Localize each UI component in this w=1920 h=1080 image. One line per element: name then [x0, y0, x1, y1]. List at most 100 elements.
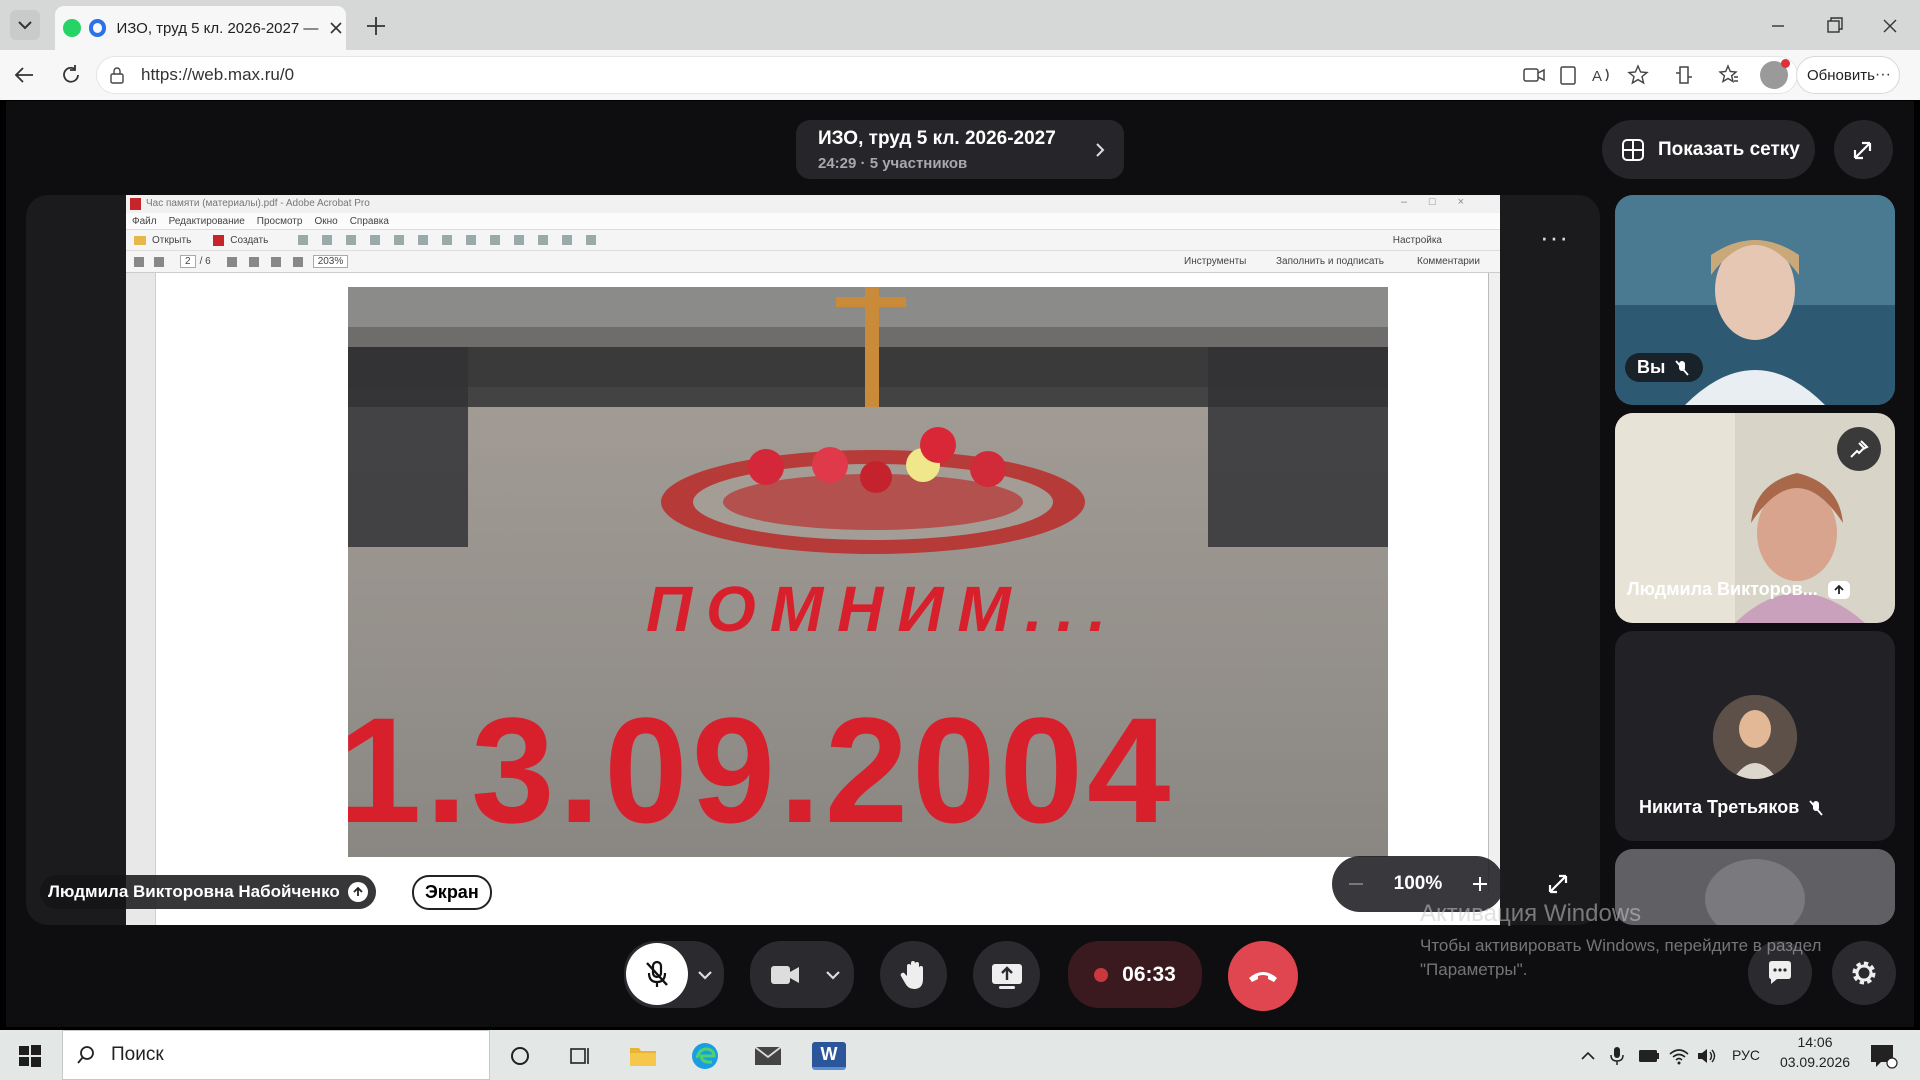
search-icon: [77, 1046, 94, 1064]
clock-date: 03.09.2026: [1779, 1054, 1851, 1070]
show-grid-button[interactable]: Показать сетку: [1602, 120, 1815, 179]
screen-share-icon: [347, 882, 368, 902]
call-title-pill[interactable]: ИЗО, труд 5 кл. 2026-2027 24:29 · 5 учас…: [796, 120, 1124, 179]
stage-more-button[interactable]: ···: [1540, 222, 1580, 252]
wifi-icon[interactable]: [1668, 1047, 1690, 1065]
acro-page-total: / 6: [199, 256, 211, 267]
mic-off-icon: [646, 960, 668, 987]
share-screen-button[interactable]: [973, 941, 1040, 1008]
minimize-window-button[interactable]: [1764, 12, 1792, 40]
tray-microphone-icon[interactable]: [1608, 1046, 1626, 1066]
participant-tile-self[interactable]: Вы: [1615, 195, 1895, 405]
source-screen-button[interactable]: Экран: [412, 874, 492, 910]
acro-open-button[interactable]: Открыть: [152, 235, 191, 246]
participant-tile-nikita[interactable]: Никита Третьяков: [1615, 631, 1895, 841]
hang-up-icon: [1249, 972, 1277, 982]
acro-tool-icons: [226, 256, 307, 267]
acro-scrollbar[interactable]: [1488, 273, 1500, 893]
clock-time: 14:06: [1797, 1034, 1833, 1050]
acro-menu-help[interactable]: Справка: [350, 216, 389, 227]
acro-menu-window[interactable]: Окно: [314, 216, 337, 227]
watermark-line1: Чтобы активировать Windows, перейдите в …: [1420, 936, 1822, 955]
participant-name-teacher: Людмила Викторов...: [1627, 579, 1818, 599]
participant-tile-teacher[interactable]: Людмила Викторов...: [1615, 413, 1895, 623]
acro-create-button[interactable]: Создать: [230, 235, 268, 246]
windows-activation-watermark: Активация Windows Чтобы активировать Win…: [1420, 900, 1821, 980]
input-language[interactable]: РУС: [1732, 1047, 1760, 1063]
acro-tools-panel[interactable]: Инструменты: [1184, 256, 1246, 267]
presenter-badge: Людмила Викторовна Набойченко: [40, 875, 376, 909]
word-app-icon[interactable]: W: [812, 1042, 846, 1070]
zoom-in-icon[interactable]: [1469, 873, 1491, 895]
collections-icon[interactable]: [1716, 63, 1740, 87]
collapse-button[interactable]: [1834, 120, 1893, 179]
camera-icon[interactable]: [1522, 63, 1546, 87]
more-dots-icon: ···: [1540, 222, 1569, 252]
mic-options-chevron-icon[interactable]: [694, 964, 716, 986]
close-window-button[interactable]: [1876, 12, 1904, 40]
tab-list-button[interactable]: [10, 10, 40, 40]
fullscreen-button[interactable]: [1542, 868, 1574, 900]
mic-off-icon: [1675, 359, 1690, 376]
memorial-photo: ПОМНИМ... 1.3.09.2004: [348, 287, 1388, 857]
participant-name-nikita: Никита Третьяков: [1639, 797, 1800, 817]
mail-icon[interactable]: [753, 1044, 783, 1068]
favorite-star-icon[interactable]: [1626, 63, 1650, 87]
start-button[interactable]: [18, 1044, 42, 1068]
grid-icon: [1622, 138, 1644, 161]
camera-options-chevron-icon[interactable]: [822, 964, 844, 986]
update-label: Обновить: [1807, 66, 1875, 84]
notification-dot: [1781, 59, 1790, 68]
mic-off-icon: [1809, 799, 1823, 816]
acro-fill-sign-panel[interactable]: Заполнить и подписать: [1276, 256, 1384, 267]
video-camera-icon[interactable]: [768, 958, 802, 992]
close-tab-icon[interactable]: [326, 18, 346, 38]
notification-center-button[interactable]: [1868, 1042, 1898, 1070]
profile-avatar[interactable]: [1760, 59, 1790, 89]
url-text: https://web.max.ru/0: [141, 65, 295, 84]
tray-chevron-up-icon[interactable]: [1578, 1046, 1598, 1066]
taskbar-search[interactable]: Поиск: [62, 1030, 490, 1080]
maximize-window-button[interactable]: [1820, 12, 1848, 40]
acro-settings-button[interactable]: Настройка: [1393, 235, 1442, 246]
settings-button[interactable]: [1832, 941, 1896, 1005]
pdf-app-icon: [130, 198, 141, 210]
recording-timer[interactable]: 06:33: [1068, 941, 1202, 1008]
acro-comments-panel[interactable]: Комментарии: [1417, 256, 1480, 267]
task-view-icon[interactable]: [568, 1044, 592, 1068]
pin-button[interactable]: [1837, 427, 1881, 471]
acro-menu-view[interactable]: Просмотр: [257, 216, 303, 227]
cortana-icon[interactable]: [508, 1044, 532, 1068]
acro-menu-file[interactable]: Файл: [132, 216, 157, 227]
file-explorer-icon[interactable]: [628, 1043, 658, 1069]
source-camera-button[interactable]: Камера: [504, 882, 570, 903]
acro-zoom-field[interactable]: 203%: [312, 255, 349, 268]
end-call-button[interactable]: [1228, 941, 1298, 1011]
browser-tab-active[interactable]: ИЗО, труд 5 кл. 2026-2027 —: [55, 6, 346, 50]
edge-browser-icon[interactable]: [690, 1041, 720, 1071]
battery-icon[interactable]: [1638, 1049, 1660, 1063]
reload-button[interactable]: [58, 62, 84, 88]
update-browser-button[interactable]: Обновить ···: [1796, 56, 1900, 94]
read-aloud-icon[interactable]: A: [1590, 63, 1614, 87]
new-tab-button[interactable]: [362, 12, 390, 40]
back-button[interactable]: [12, 62, 38, 88]
source-toggle: Экран Камера: [412, 874, 570, 910]
arrow-left-icon: [14, 67, 33, 83]
call-subtitle: 24:29 · 5 участников: [818, 155, 968, 172]
taskbar-clock[interactable]: 14:06 03.09.2026: [1770, 1034, 1860, 1070]
volume-icon[interactable]: [1696, 1047, 1718, 1065]
acro-page-current[interactable]: 2: [180, 255, 196, 268]
zoom-out-icon[interactable]: [1345, 873, 1367, 895]
windows-logo-icon: [19, 1045, 41, 1067]
site-favicon: [88, 19, 107, 37]
clipboard-icon[interactable]: [1556, 63, 1580, 87]
raise-hand-button[interactable]: [880, 941, 947, 1008]
acro-navigation-pane: [126, 273, 156, 925]
acro-menu-edit[interactable]: Редактирование: [169, 216, 245, 227]
photo-word-remember: ПОМНИМ...: [646, 573, 1121, 645]
extensions-icon[interactable]: [1672, 63, 1696, 87]
notification-icon: [1871, 1045, 1898, 1069]
minimize-icon: [1772, 25, 1784, 27]
mic-toggle-button[interactable]: [626, 943, 688, 1005]
